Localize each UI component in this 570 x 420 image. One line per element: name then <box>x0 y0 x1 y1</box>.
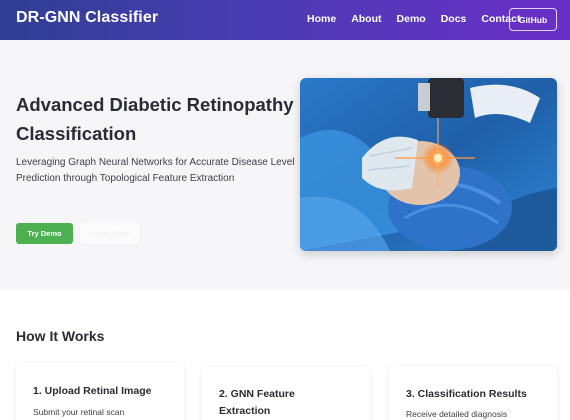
step-card-text: Submit your retinal scan <box>33 407 125 417</box>
nav-link-home[interactable]: Home <box>307 13 336 25</box>
step-card-results[interactable]: 3. Classification Results Receive detail… <box>389 366 557 420</box>
hero-title: Advanced Diabetic Retinopathy Classifica… <box>16 94 294 144</box>
how-it-works-title: How It Works <box>16 328 105 344</box>
nav-link-about[interactable]: About <box>351 13 381 25</box>
hero-subtitle: Leveraging Graph Neural Networks for Acc… <box>16 157 295 184</box>
retinal-exam-image <box>300 78 557 251</box>
try-demo-button[interactable]: Try Demo <box>16 223 73 244</box>
nav-link-docs[interactable]: Docs <box>441 13 467 25</box>
nav-link-demo[interactable]: Demo <box>397 13 426 25</box>
step-card-upload[interactable]: 1. Upload Retinal Image Submit your reti… <box>16 363 184 420</box>
step-card-title: 3. Classification Results <box>406 388 527 400</box>
brand-logo-text[interactable]: DR-GNN Classifier <box>16 9 158 27</box>
github-button[interactable]: GitHub <box>509 8 557 31</box>
step-card-title: 2. GNN Feature Extraction <box>219 388 295 417</box>
step-card-title: 1. Upload Retinal Image <box>33 385 152 397</box>
top-navbar: DR-GNN Classifier Home About Demo Docs C… <box>0 0 570 40</box>
eye-exam-illustration <box>300 78 557 251</box>
step-card-text: Receive detailed diagnosis <box>406 409 508 419</box>
step-card-gnn[interactable]: 2. GNN Feature Extraction <box>202 367 370 420</box>
learn-more-button[interactable]: Learn More <box>80 223 140 244</box>
hero-section: Advanced Diabetic Retinopathy Classifica… <box>0 40 570 290</box>
nav-links: Home About Demo Docs Contact <box>307 13 535 25</box>
